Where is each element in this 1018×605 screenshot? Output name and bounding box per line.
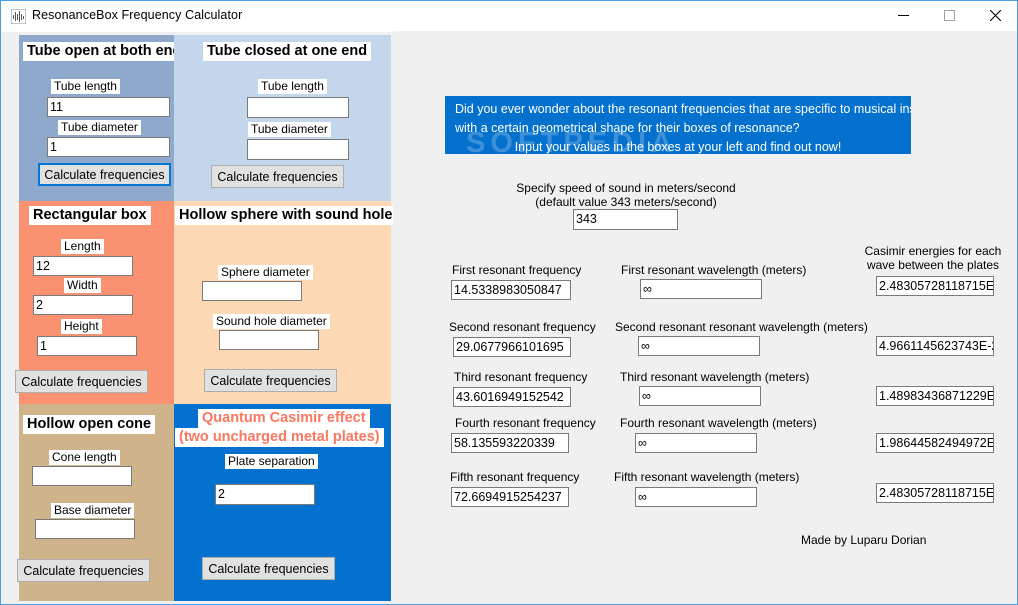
credit-text: Made by Luparu Dorian (801, 533, 927, 547)
label-first-resonant-wavelength: First resonant wavelength (meters) (621, 263, 807, 277)
output-first-casimir-energy[interactable]: 2.48305728118715E-2 (876, 276, 994, 296)
input-tube-closed-diameter[interactable] (247, 139, 349, 160)
output-first-resonant-frequency[interactable]: 14.5338983050847 (451, 280, 571, 300)
output-third-resonant-wavelength[interactable]: ∞ (639, 386, 761, 406)
minimize-icon (897, 15, 909, 16)
output-fourth-resonant-frequency[interactable]: 58.135593220339 (451, 433, 569, 453)
output-fourth-casimir-energy[interactable]: 1.98644582494972E-2 (876, 433, 994, 453)
label-tube-open-diameter: Tube diameter (58, 120, 141, 135)
label-sound-hole-diameter: Sound hole diameter (213, 314, 330, 329)
intro-line-2: with a certain geometrical shape for the… (455, 121, 800, 135)
label-first-resonant-frequency: First resonant frequency (452, 263, 582, 277)
panel-tube-closed-one-end: Tube closed at one end Tube length Tube … (174, 35, 391, 201)
input-cone-base-diameter[interactable] (35, 519, 135, 539)
output-fourth-resonant-wavelength[interactable]: ∞ (635, 433, 757, 453)
panel-title-tube-open: Tube open at both ends (23, 42, 194, 61)
input-tube-closed-length[interactable] (247, 97, 349, 118)
output-second-resonant-wavelength[interactable]: ∞ (638, 336, 760, 356)
label-third-resonant-wavelength: Third resonant wavelength (meters) (620, 370, 810, 384)
label-rect-length: Length (61, 239, 104, 254)
label-fifth-resonant-frequency: Fifth resonant frequency (450, 470, 580, 484)
label-fourth-resonant-frequency: Fourth resonant frequency (455, 416, 596, 430)
label-rect-width: Width (64, 278, 101, 293)
title-bar: ResonanceBox Frequency Calculator (1, 1, 1017, 32)
output-second-casimir-energy[interactable]: 4.9661145623743E-26 (876, 336, 994, 356)
output-third-resonant-frequency[interactable]: 43.6016949152542 (453, 387, 571, 407)
output-second-resonant-frequency[interactable]: 29.0677966101695 (453, 337, 571, 357)
output-first-resonant-wavelength[interactable]: ∞ (640, 279, 762, 299)
results-region: Did you ever wonder about the resonant f… (393, 31, 1017, 604)
label-third-resonant-frequency: Third resonant frequency (454, 370, 588, 384)
label-rect-height: Height (61, 319, 102, 334)
input-plate-separation[interactable]: 2 (215, 484, 315, 505)
intro-line-3: Input your values in the boxes at your l… (514, 140, 842, 154)
panel-title-casimir-line1: Quantum Casimir effect (198, 409, 370, 428)
label-second-resonant-frequency: Second resonant frequency (449, 320, 596, 334)
speed-of-sound-label-line2: (default value 343 meters/second) (535, 195, 717, 209)
panel-tube-open-both-ends: Tube open at both ends Tube length 11 Tu… (19, 35, 194, 201)
label-tube-open-length: Tube length (51, 79, 120, 94)
label-cone-length: Cone length (49, 450, 120, 465)
calculate-button-rect-box[interactable]: Calculate frequencies (15, 370, 148, 393)
input-sphere-diameter[interactable] (202, 281, 302, 301)
panel-quantum-casimir-effect: Quantum Casimir effect (two uncharged me… (174, 404, 391, 601)
input-tube-open-length[interactable]: 11 (47, 97, 170, 117)
panel-hollow-sphere: Hollow sphere with sound hole Sphere dia… (174, 201, 397, 404)
close-button[interactable] (972, 1, 1017, 30)
label-cone-base-diameter: Base diameter (51, 503, 135, 518)
panel-title-cone: Hollow open cone (23, 415, 156, 434)
label-tube-closed-diameter: Tube diameter (248, 122, 331, 137)
calculate-button-tube-open[interactable]: Calculate frequencies (38, 163, 171, 186)
application-window: ResonanceBox Frequency Calculator Tube o… (0, 0, 1018, 605)
maximize-icon (943, 10, 955, 21)
input-rect-length[interactable]: 12 (33, 256, 133, 276)
output-fifth-resonant-frequency[interactable]: 72.6694915254237 (451, 487, 569, 507)
minimize-button[interactable] (880, 1, 926, 30)
label-fourth-resonant-wavelength: Fourth resonant wavelength (meters) (620, 416, 817, 430)
output-fifth-casimir-energy[interactable]: 2.48305728118715E-2 (876, 483, 994, 503)
calculate-button-sphere[interactable]: Calculate frequencies (204, 369, 337, 392)
input-speed-of-sound[interactable]: 343 (573, 209, 678, 230)
label-second-resonant-wavelength: Second resonant resonant wavelength (met… (615, 320, 868, 334)
label-fifth-resonant-wavelength: Fifth resonant wavelength (meters) (614, 470, 800, 484)
panel-title-tube-closed: Tube closed at one end (203, 42, 372, 61)
intro-line-1: Did you ever wonder about the resonant f… (455, 102, 911, 116)
input-tube-open-diameter[interactable]: 1 (47, 137, 170, 157)
panel-title-casimir-line2: (two uncharged metal plates) (175, 428, 384, 447)
input-sound-hole-diameter[interactable] (219, 330, 319, 350)
panel-rectangular-box: Rectangular box Length 12 Width 2 Height… (15, 201, 174, 404)
close-icon (989, 10, 1001, 21)
calculate-button-casimir[interactable]: Calculate frequencies (202, 557, 335, 580)
input-rect-height[interactable]: 1 (37, 336, 137, 356)
panel-hollow-open-cone: Hollow open cone Cone length Base diamet… (17, 404, 174, 601)
calculate-button-cone[interactable]: Calculate frequencies (17, 559, 150, 582)
maximize-button[interactable] (926, 1, 972, 30)
panel-title-sphere: Hollow sphere with sound hole (175, 206, 397, 225)
speed-of-sound-label-line1: Specify speed of sound in meters/second (516, 181, 736, 195)
input-rect-width[interactable]: 2 (33, 295, 133, 315)
input-cone-length[interactable] (32, 466, 132, 486)
calculate-button-tube-closed[interactable]: Calculate frequencies (211, 165, 344, 188)
intro-banner: Did you ever wonder about the resonant f… (445, 96, 911, 154)
waveform-icon (11, 9, 26, 24)
casimir-header-line2: wave between the plates (866, 258, 1000, 272)
panel-title-rect-box: Rectangular box (29, 206, 151, 225)
label-tube-closed-length: Tube length (258, 79, 327, 94)
casimir-header-line1: Casimir energies for each (864, 244, 1002, 258)
label-sphere-diameter: Sphere diameter (218, 265, 313, 280)
label-plate-separation: Plate separation (225, 454, 318, 469)
output-third-casimir-energy[interactable]: 1.48983436871229E-2 (876, 386, 994, 406)
window-title: ResonanceBox Frequency Calculator (32, 8, 243, 22)
output-fifth-resonant-wavelength[interactable]: ∞ (635, 487, 757, 507)
